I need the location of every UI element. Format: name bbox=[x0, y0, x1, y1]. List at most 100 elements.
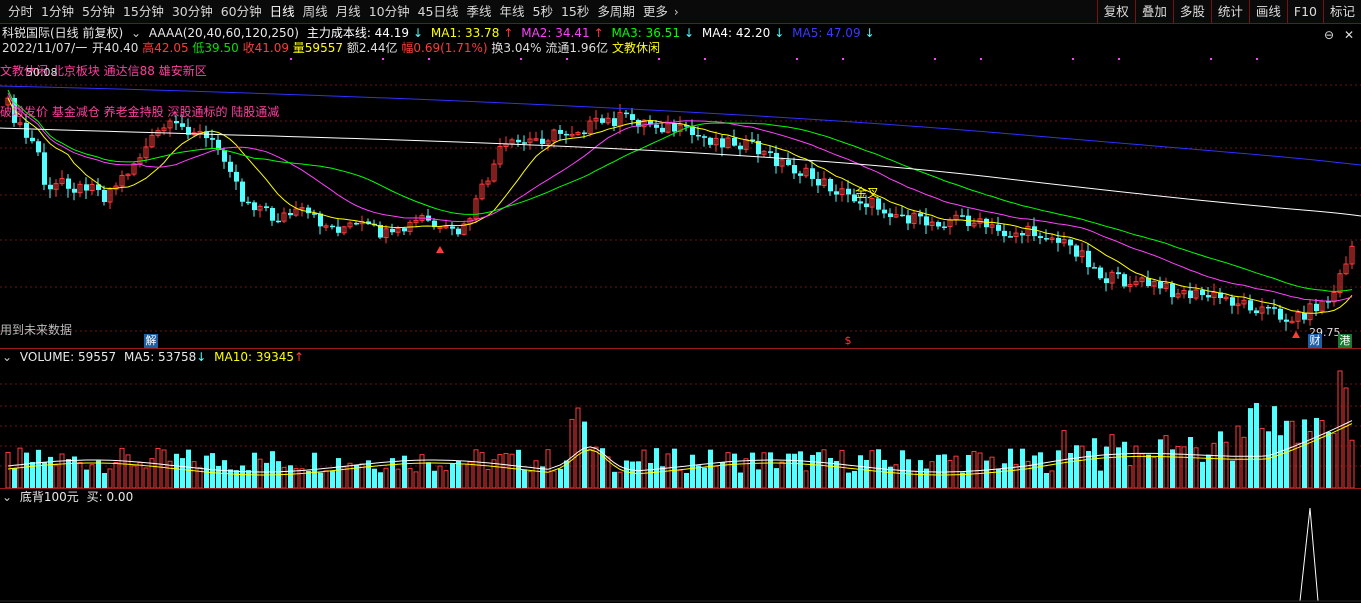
candle-body bbox=[270, 208, 275, 221]
volume-bar bbox=[696, 465, 701, 488]
volume-bar bbox=[1218, 431, 1223, 488]
candle-body bbox=[942, 226, 947, 228]
bottom-indicator-name[interactable]: 底背100元 bbox=[20, 490, 79, 504]
volume-bar bbox=[366, 460, 371, 488]
chevron-right-icon[interactable]: › bbox=[672, 5, 681, 19]
up-arrow-icon: ↑ bbox=[503, 26, 514, 40]
marker-dot bbox=[428, 58, 430, 60]
tab-11[interactable]: 季线 bbox=[463, 0, 496, 24]
candle-body bbox=[1230, 297, 1235, 306]
dropdown-icon[interactable]: ⌄ bbox=[2, 350, 12, 364]
tab-13[interactable]: 5秒 bbox=[529, 0, 557, 24]
candle-body bbox=[1008, 236, 1013, 238]
stock-title[interactable]: 科锐国际(日线 前复权) bbox=[2, 26, 123, 40]
indicator-name[interactable]: AAAA(20,40,60,120,250) bbox=[149, 26, 299, 40]
toolbar-3[interactable]: 统计 bbox=[1210, 0, 1249, 24]
volume-bar bbox=[143, 467, 149, 488]
candle-body bbox=[1170, 283, 1175, 298]
tab-12[interactable]: 年线 bbox=[496, 0, 529, 24]
candle-body bbox=[288, 212, 293, 216]
volume-bar bbox=[593, 446, 599, 488]
tab-9[interactable]: 10分钟 bbox=[365, 0, 414, 24]
volume-bar bbox=[720, 462, 725, 488]
dropdown-icon[interactable]: ⌄ bbox=[131, 26, 141, 40]
volume-bar bbox=[383, 467, 389, 488]
ma3-value: MA3: 36.51 bbox=[611, 26, 680, 40]
tab-5[interactable]: 60分钟 bbox=[217, 0, 266, 24]
volume-bar bbox=[473, 449, 479, 488]
candle-body bbox=[102, 189, 107, 202]
candlestick-chart[interactable] bbox=[0, 58, 1361, 348]
tab-16[interactable]: 更多 bbox=[639, 0, 672, 24]
volume-bar bbox=[197, 467, 203, 488]
volume-bar bbox=[450, 463, 455, 488]
volume-bar bbox=[323, 470, 329, 488]
volume-bar bbox=[1170, 449, 1175, 488]
badge-dollar[interactable]: $ bbox=[843, 334, 853, 348]
restore-icon[interactable]: ⊖ bbox=[1320, 24, 1338, 46]
candle-body bbox=[1032, 226, 1037, 237]
volume-bar bbox=[1181, 446, 1187, 488]
tab-7[interactable]: 周线 bbox=[299, 0, 332, 24]
quote-date: 2022/11/07/一 bbox=[2, 41, 88, 55]
bottom-indicator-header: ⌄ 底背100元 买: 0.00 bbox=[2, 490, 137, 505]
candle-body bbox=[882, 209, 887, 214]
volume-bar bbox=[210, 453, 215, 488]
marker-dot bbox=[1210, 58, 1212, 60]
toolbar-2[interactable]: 多股 bbox=[1172, 0, 1211, 24]
volume-bar bbox=[803, 470, 809, 488]
dropdown-icon[interactable]: ⌄ bbox=[2, 490, 12, 504]
volume-bar bbox=[816, 452, 821, 488]
volume-bar bbox=[485, 468, 491, 488]
tab-15[interactable]: 多周期 bbox=[593, 0, 639, 24]
volume-bar bbox=[1175, 445, 1181, 488]
badge-cai[interactable]: 财 bbox=[1308, 334, 1322, 348]
candle-body bbox=[306, 207, 311, 214]
volume-bar bbox=[336, 458, 341, 488]
candle-body bbox=[1302, 312, 1307, 320]
volume-bar bbox=[761, 452, 767, 488]
tab-2[interactable]: 5分钟 bbox=[78, 0, 119, 24]
volume-bar bbox=[732, 453, 737, 488]
tab-10[interactable]: 45日线 bbox=[414, 0, 463, 24]
candle-body bbox=[786, 159, 791, 166]
volume-bar bbox=[161, 449, 167, 488]
candle-body bbox=[222, 150, 227, 162]
tab-1[interactable]: 1分钟 bbox=[37, 0, 78, 24]
toolbar-6[interactable]: 标记 bbox=[1322, 0, 1361, 24]
volume-bar bbox=[1038, 452, 1043, 488]
volume-bar bbox=[378, 472, 383, 488]
candle-body bbox=[660, 127, 665, 133]
volume-bar bbox=[821, 449, 827, 488]
volume-bar bbox=[713, 465, 719, 488]
candle-body bbox=[888, 213, 893, 218]
volume-bar bbox=[569, 418, 575, 488]
candle-body bbox=[1020, 233, 1025, 236]
toolbar-5[interactable]: F10 bbox=[1286, 0, 1323, 24]
toolbar-1[interactable]: 叠加 bbox=[1134, 0, 1173, 24]
volume-bar bbox=[1098, 470, 1103, 488]
tab-4[interactable]: 30分钟 bbox=[168, 0, 217, 24]
toolbar-4[interactable]: 画线 bbox=[1248, 0, 1287, 24]
volume-chart[interactable] bbox=[0, 366, 1361, 488]
tab-3[interactable]: 15分钟 bbox=[119, 0, 168, 24]
tab-0[interactable]: 分时 bbox=[4, 0, 37, 24]
close-icon[interactable]: ✕ bbox=[1340, 24, 1358, 46]
tab-14[interactable]: 15秒 bbox=[557, 0, 593, 24]
badge-gang[interactable]: 港 bbox=[1338, 334, 1352, 348]
toolbar-0[interactable]: 复权 bbox=[1096, 0, 1135, 24]
tab-8[interactable]: 月线 bbox=[332, 0, 365, 24]
volume-bar bbox=[1284, 420, 1289, 488]
candle-body bbox=[1116, 272, 1121, 275]
right-toolbar: 复权 叠加 多股 统计 画线 F10 标记 bbox=[1096, 0, 1361, 24]
marker-dot bbox=[658, 58, 660, 60]
period-tabs: 分时 1分钟 5分钟 15分钟 30分钟 60分钟 日线 周线 月线 10分钟 45日线 季线 年线 5秒… bbox=[4, 0, 681, 24]
volume-bar bbox=[1020, 448, 1025, 488]
volume-bar bbox=[582, 421, 587, 488]
marker-dot bbox=[980, 58, 982, 60]
candle-body bbox=[456, 228, 461, 235]
bottom-indicator-chart[interactable] bbox=[0, 505, 1361, 603]
tab-6[interactable]: 日线 bbox=[266, 0, 299, 24]
badge-jie[interactable]: 解 bbox=[144, 334, 158, 348]
volume-bar bbox=[852, 470, 857, 488]
